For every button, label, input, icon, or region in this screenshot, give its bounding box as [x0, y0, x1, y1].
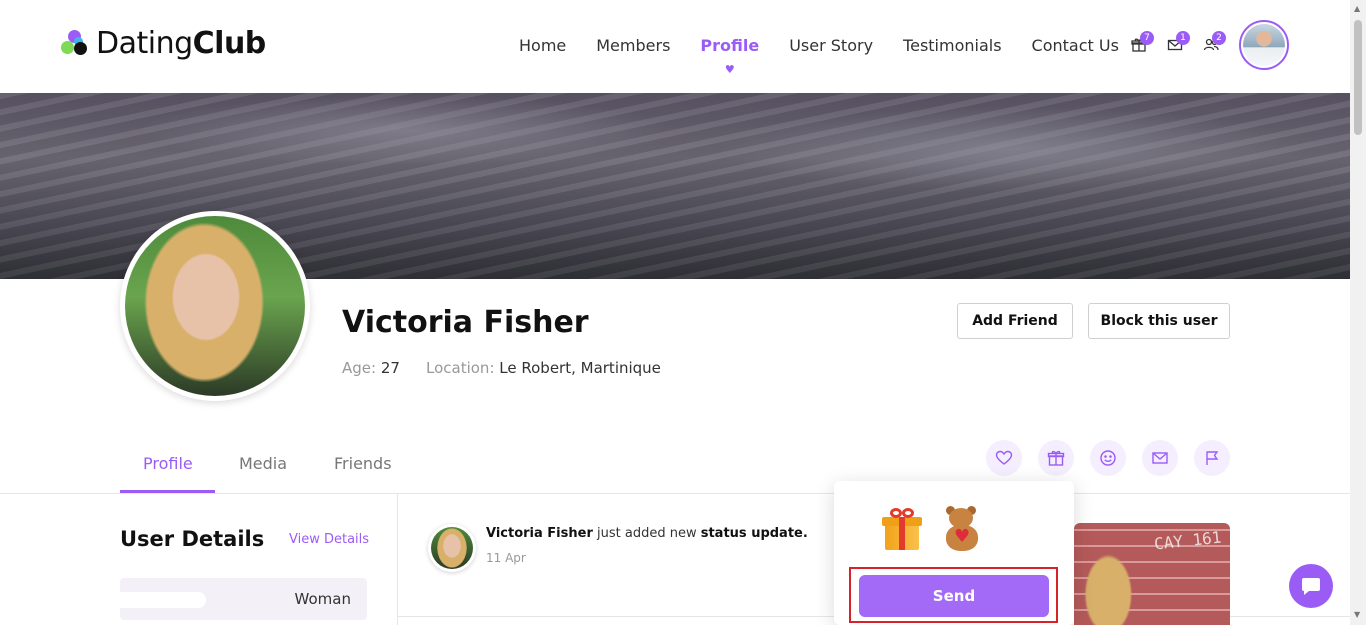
photo-graffiti-text: CAY 161 [1153, 527, 1223, 554]
nav-user-story[interactable]: User Story [789, 36, 873, 55]
chat-bubble-icon [1302, 578, 1320, 595]
detail-value: Woman [294, 590, 351, 608]
flag-icon [1206, 451, 1219, 465]
profile-age: Age: 27 [342, 359, 400, 377]
block-user-button[interactable]: Block this user [1088, 303, 1230, 339]
nav-profile[interactable]: Profile ♥ [700, 36, 759, 76]
scroll-up-arrow-icon[interactable]: ▲ [1354, 4, 1360, 13]
profile-avatar [120, 211, 310, 401]
nav-members[interactable]: Members [596, 36, 670, 55]
message-button[interactable] [1142, 440, 1178, 476]
tab-profile[interactable]: Profile [143, 454, 193, 473]
wink-button[interactable] [1090, 440, 1126, 476]
tabs-divider [0, 493, 1350, 494]
activity-photo[interactable]: CAY 161 [1074, 523, 1230, 625]
nav-contact-us[interactable]: Contact Us [1032, 36, 1119, 55]
smile-icon [1100, 450, 1116, 466]
activity-date: 11 Apr [486, 551, 526, 565]
add-friend-button[interactable]: Add Friend [957, 303, 1073, 339]
activity-text: Victoria Fisher just added new status up… [486, 526, 808, 541]
header-friends-button[interactable]: 2 [1203, 31, 1226, 53]
chat-button[interactable] [1289, 564, 1333, 608]
detail-row-gender: Woman [118, 578, 367, 620]
scroll-thumb[interactable] [1354, 20, 1362, 135]
column-divider [397, 494, 398, 625]
send-gift-submit-button[interactable]: Send [859, 575, 1049, 617]
logo-text: DatingClub [96, 26, 266, 61]
tab-friends[interactable]: Friends [334, 454, 392, 473]
report-button[interactable] [1194, 440, 1230, 476]
logo[interactable]: DatingClub [60, 26, 266, 61]
header-gift-button[interactable]: 7 [1131, 31, 1154, 53]
gift-option-present[interactable] [880, 506, 924, 554]
like-button[interactable] [986, 440, 1022, 476]
friend-request-badge: 2 [1212, 31, 1226, 45]
heart-icon [995, 450, 1013, 465]
view-details-link[interactable]: View Details [289, 532, 369, 547]
gift-count-badge: 7 [1140, 31, 1154, 45]
site-header: DatingClub Home Members Profile ♥ User St… [0, 0, 1350, 93]
message-count-badge: 1 [1176, 31, 1190, 45]
mail-icon [1152, 452, 1168, 464]
gift-icon [1047, 450, 1065, 466]
active-heart-icon: ♥ [724, 63, 735, 76]
tab-media[interactable]: Media [239, 454, 287, 473]
main-nav: Home Members Profile ♥ User Story Testimo… [519, 36, 1149, 76]
logo-mark-icon [60, 28, 90, 60]
header-messages-button[interactable]: 1 [1167, 31, 1190, 53]
user-details-title: User Details [120, 527, 265, 551]
gift-option-teddy-bear[interactable]: ♥ [940, 506, 984, 554]
activity-avatar[interactable] [428, 524, 476, 572]
nav-testimonials[interactable]: Testimonials [903, 36, 1002, 55]
send-gift-button[interactable] [1038, 440, 1074, 476]
detail-row-notch [118, 592, 206, 608]
nav-home[interactable]: Home [519, 36, 566, 55]
activity-user-link[interactable]: Victoria Fisher [486, 526, 593, 541]
page-scrollbar[interactable]: ▲ ▼ [1350, 0, 1366, 625]
profile-location: Location: Le Robert, Martinique [426, 359, 661, 377]
scroll-down-arrow-icon[interactable]: ▼ [1354, 610, 1360, 619]
profile-name: Victoria Fisher [342, 305, 589, 340]
user-avatar[interactable] [1239, 20, 1289, 70]
